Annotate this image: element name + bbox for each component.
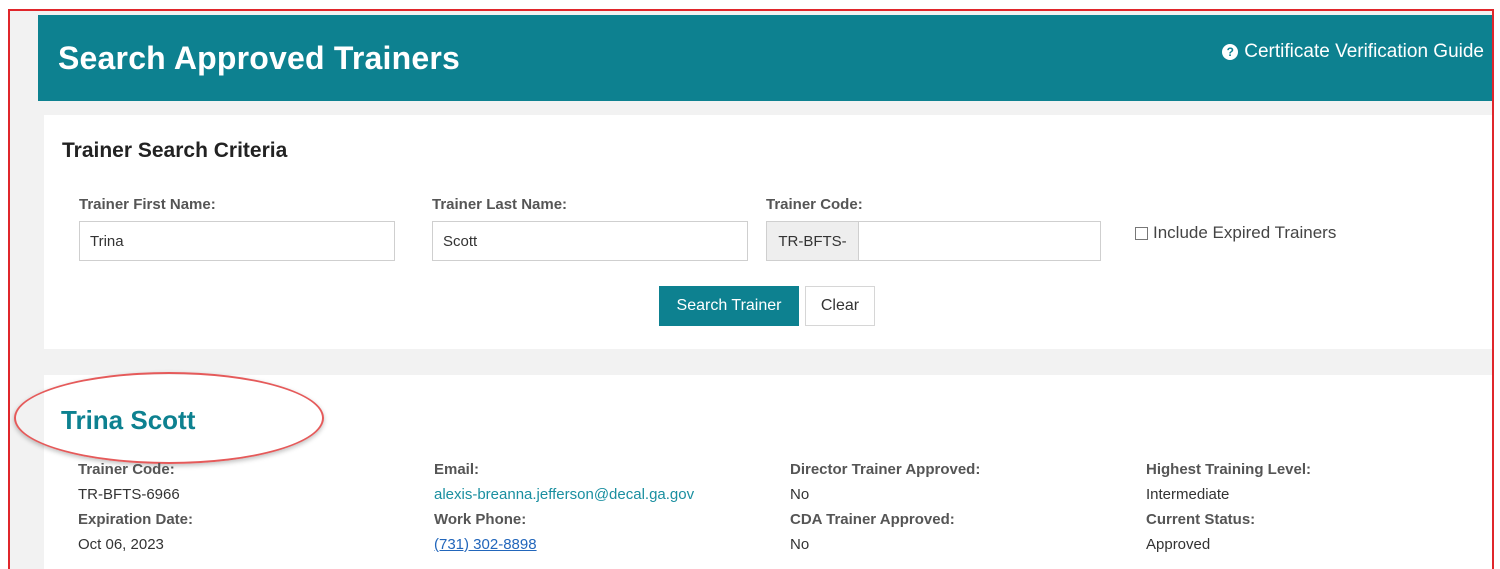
clear-button[interactable]: Clear [805, 286, 875, 326]
page-header: Search Approved Trainers ? Certificate V… [38, 15, 1492, 101]
current-status-value: Approved [1146, 536, 1211, 553]
trainer-code-label: Trainer Code: [78, 461, 175, 478]
last-name-label: Trainer Last Name: [432, 196, 568, 213]
cda-trainer-value: No [790, 536, 810, 553]
last-name-input[interactable] [432, 221, 748, 261]
guide-link-label: Certificate Verification Guide [1244, 41, 1484, 62]
highest-level-value: Intermediate [1146, 486, 1230, 503]
trainer-result-panel: Trina Scott Trainer Code: TR-BFTS-6966 E… [14, 372, 1492, 569]
expiration-date-value: Oct 06, 2023 [78, 536, 164, 553]
email-label: Email: [434, 461, 480, 478]
search-criteria-heading: Trainer Search Criteria [62, 139, 288, 162]
search-trainer-button[interactable]: Search Trainer [659, 286, 799, 326]
trainer-code-label: Trainer Code: [766, 196, 863, 213]
director-trainer-label: Director Trainer Approved: [790, 461, 981, 478]
include-expired-checkbox[interactable]: Include Expired Trainers [1135, 223, 1336, 243]
screenshot-frame: Search Approved Trainers ? Certificate V… [8, 9, 1494, 569]
first-name-input[interactable] [79, 221, 395, 261]
question-circle-icon: ? [1222, 44, 1239, 60]
page-title: Search Approved Trainers [58, 40, 460, 76]
expiration-date-label: Expiration Date: [78, 511, 194, 528]
search-criteria-panel: Trainer Search Criteria Trainer First Na… [44, 115, 1492, 349]
trainer-code-input[interactable] [858, 221, 1101, 261]
director-trainer-value: No [790, 486, 810, 503]
checkbox-icon[interactable] [1135, 226, 1148, 240]
trainer-code-prefix: TR-BFTS- [766, 221, 858, 261]
cda-trainer-label: CDA Trainer Approved: [790, 511, 955, 528]
email-link[interactable]: alexis-breanna.jefferson@decal.ga.gov [434, 486, 694, 503]
highlight-ellipse [14, 372, 324, 464]
certificate-verification-guide-link[interactable]: ? Certificate Verification Guide [1222, 41, 1484, 63]
include-expired-label: Include Expired Trainers [1153, 223, 1337, 242]
work-phone-link[interactable]: (731) 302-8898 [434, 536, 537, 553]
current-status-label: Current Status: [1146, 511, 1256, 528]
trainer-code-value: TR-BFTS-6966 [78, 486, 180, 503]
highest-level-label: Highest Training Level: [1146, 461, 1312, 478]
work-phone-label: Work Phone: [434, 511, 527, 528]
first-name-label: Trainer First Name: [79, 196, 216, 213]
